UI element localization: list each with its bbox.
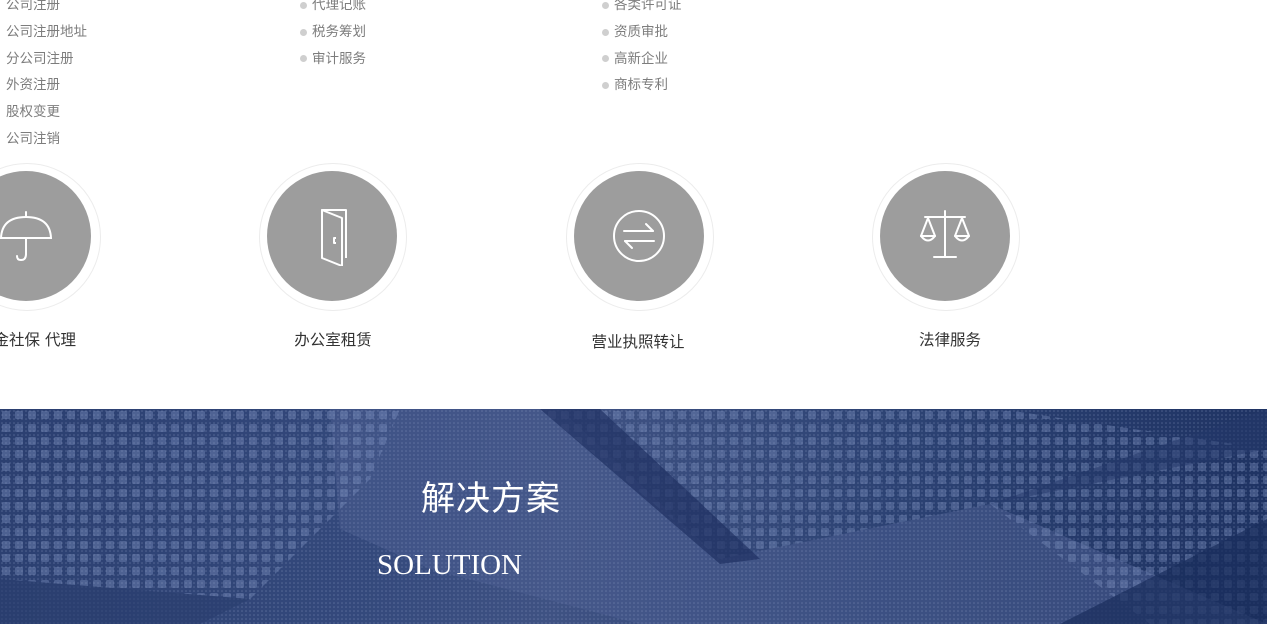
bullet-icon <box>300 55 307 63</box>
menu-item-label: 股权变更 <box>6 104 60 121</box>
service-label[interactable]: 积金社保 代理 <box>0 328 76 350</box>
menu-item[interactable]: 高新企业 <box>602 46 682 73</box>
section-subtitle: SOLUTION <box>377 549 522 581</box>
menu-item-label: 高新企业 <box>614 50 668 67</box>
menu-item[interactable]: 公司注册地址 <box>6 19 87 46</box>
menu-item[interactable]: 公司注销 <box>6 126 87 153</box>
bullet-icon <box>602 28 609 36</box>
menu-item[interactable]: 代理记账 <box>300 0 366 19</box>
menu-column-company: 公司注册 公司注册地址 分公司注册 外资注册 股权变更 公司注销 <box>6 0 87 153</box>
bullet-icon <box>602 1 609 9</box>
menu-item-label: 公司注销 <box>6 130 60 147</box>
bullet-icon <box>300 28 307 36</box>
service-label[interactable]: 办公室租赁 <box>294 328 372 350</box>
icon-disc <box>880 171 1010 301</box>
menu-item-label: 分公司注册 <box>6 50 74 67</box>
menu-item[interactable]: 商标专利 <box>602 72 682 99</box>
menu-item[interactable]: 分公司注册 <box>6 46 87 73</box>
service-label[interactable]: 法律服务 <box>919 328 981 350</box>
bullet-icon <box>602 55 609 63</box>
icon-disc <box>267 171 397 301</box>
menu-item-label: 公司注册地址 <box>6 23 87 40</box>
menu-item[interactable]: 外资注册 <box>6 72 87 99</box>
menu-item[interactable]: 各类许可证 <box>602 0 682 19</box>
menu-item[interactable]: 审计服务 <box>300 46 366 73</box>
menu-item-label: 审计服务 <box>312 50 366 67</box>
bullet-icon <box>300 1 307 9</box>
menu-column-accounting: 代理记账 税务筹划 审计服务 <box>300 0 366 72</box>
menu-item[interactable]: 公司注册 <box>6 0 87 19</box>
banner-background-graphic <box>0 409 1267 624</box>
menu-item[interactable]: 股权变更 <box>6 99 87 126</box>
menu-item-label: 外资注册 <box>6 77 60 94</box>
service-card-office-rental[interactable] <box>259 163 407 311</box>
menu-item-label: 公司注册 <box>6 0 60 13</box>
service-card-license-transfer[interactable] <box>566 163 714 311</box>
umbrella-icon <box>0 211 53 262</box>
door-icon <box>321 209 347 266</box>
section-title: 解决方案 <box>421 479 561 519</box>
exchange-arrows-icon <box>613 210 665 262</box>
service-card-social-insurance[interactable] <box>0 163 101 311</box>
icon-disc <box>574 171 704 301</box>
menu-item[interactable]: 资质审批 <box>602 19 682 46</box>
menu-item-label: 代理记账 <box>312 0 366 13</box>
menu-item-label: 商标专利 <box>614 77 668 94</box>
service-label[interactable]: 营业执照转让 <box>591 330 684 352</box>
menu-item-label: 资质审批 <box>614 23 668 40</box>
bullet-icon <box>602 82 609 90</box>
menu-item[interactable]: 税务筹划 <box>300 19 366 46</box>
menu-item-label: 各类许可证 <box>614 0 682 13</box>
service-card-legal[interactable] <box>872 163 1020 311</box>
menu-item-label: 税务筹划 <box>312 23 366 40</box>
solutions-banner: 解决方案 SOLUTION <box>0 409 1267 624</box>
menu-column-licenses: 各类许可证 资质审批 高新企业 商标专利 <box>602 0 682 99</box>
scales-icon <box>920 210 970 258</box>
